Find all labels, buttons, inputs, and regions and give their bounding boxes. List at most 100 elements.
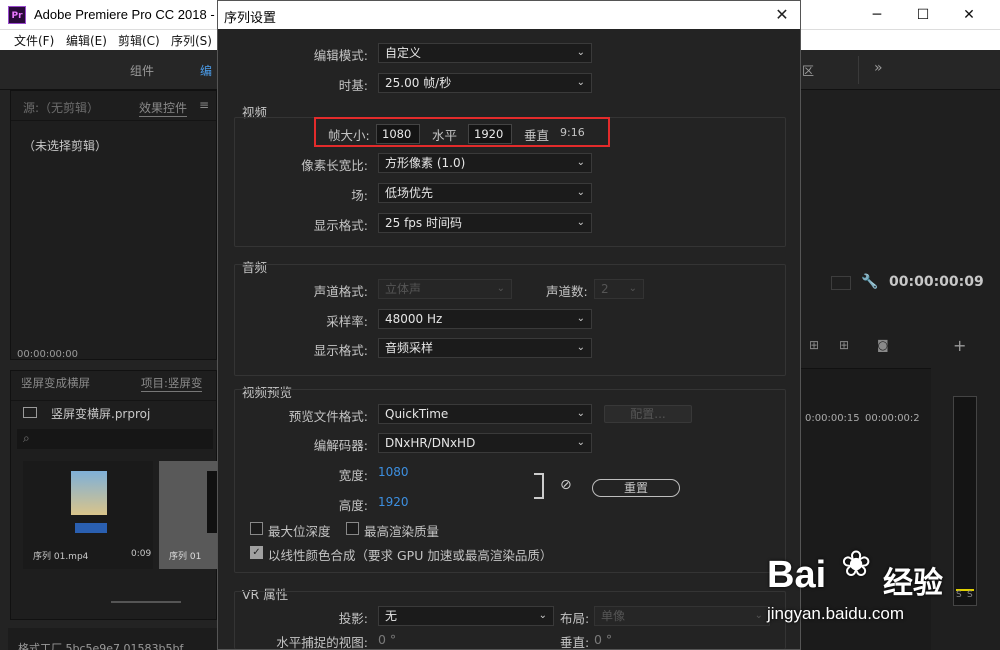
field-value: 低场优先	[385, 186, 434, 200]
max-render-quality-label: 最高渲染质量	[364, 524, 440, 539]
menu-clip[interactable]: 剪辑(C)	[118, 32, 160, 49]
chevron-down-icon: ⌄	[576, 408, 585, 419]
max-bit-depth-checkbox[interactable]	[250, 522, 263, 535]
chevron-down-icon: ⌄	[576, 77, 585, 88]
menu-sequence[interactable]: 序列(S)	[171, 32, 212, 49]
link-chain-icon[interactable]: ⊘	[560, 477, 572, 493]
channel-format-value: 立体声	[385, 282, 422, 296]
projection-select[interactable]: 无 ⌄	[378, 606, 554, 626]
source-panel-header: 源:（无剪辑） 效果控件 ≡	[11, 91, 216, 121]
maximize-button[interactable]: ☐	[900, 0, 946, 30]
clip-preview-image	[71, 471, 107, 515]
chevron-down-icon: ⌄	[576, 437, 585, 448]
source-timecode: 00:00:00:00	[17, 349, 79, 360]
sequence-name: 序列 01	[169, 552, 202, 562]
add-button-icon[interactable]: +	[953, 336, 966, 355]
program-dropdown[interactable]	[831, 276, 851, 290]
dialog-close-button[interactable]: ✕	[764, 1, 800, 29]
chevron-down-icon: ⌄	[576, 187, 585, 198]
pixel-aspect-select[interactable]: 方形像素 (1.0) ⌄	[378, 153, 592, 173]
camera-icon[interactable]: ◙	[877, 338, 889, 352]
tab-source[interactable]: 源:（无剪辑）	[23, 99, 99, 116]
channel-format-select: 立体声 ⌄	[378, 279, 512, 299]
chevron-down-icon: ⌄	[754, 610, 763, 621]
aspect-ratio-text: 9:16	[560, 126, 585, 139]
minimize-button[interactable]: ─	[854, 0, 900, 30]
watermark-brand-cn: 经验	[883, 566, 943, 601]
menu-edit[interactable]: 编辑(E)	[66, 32, 107, 49]
audio-display-format-value: 音频采样	[385, 341, 434, 355]
video-display-format-label: 显示格式:	[313, 218, 368, 233]
clip-name: 序列 01.mp4	[33, 552, 89, 562]
preview-height-value[interactable]: 1920	[378, 495, 409, 509]
timebase-value: 25.00 帧/秒	[385, 76, 452, 90]
preview-format-select[interactable]: QuickTime ⌄	[378, 404, 592, 424]
close-window-button[interactable]: ✕	[946, 0, 992, 30]
preview-width-value[interactable]: 1080	[378, 465, 409, 479]
app-title: Adobe Premiere Pro CC 2018 -	[34, 7, 215, 22]
tab-effect-controls[interactable]: 效果控件	[139, 99, 188, 117]
chevron-down-icon: ⌄	[576, 217, 585, 228]
chevron-down-icon: ⌄	[538, 610, 547, 621]
wrench-icon[interactable]: 🔧	[861, 274, 878, 290]
clip-thumbnail[interactable]: 序列 01.mp4 0:09	[23, 461, 153, 569]
channel-count-select: 2 ⌄	[594, 279, 644, 299]
reset-button[interactable]: 重置	[592, 479, 680, 497]
max-render-quality-checkbox[interactable]	[346, 522, 359, 535]
watermark-url: jingyan.baidu.com	[767, 604, 905, 623]
preview-width-label: 宽度:	[338, 468, 368, 483]
workspace-tab-edit[interactable]: 编	[200, 62, 212, 79]
source-panel: 源:（无剪辑） 效果控件 ≡ （未选择剪辑） 00:00:00:00	[10, 90, 217, 360]
layout-select: 单像 ⌄	[594, 606, 770, 626]
vr-vertical-value: 0 °	[594, 632, 613, 647]
edit-mode-select[interactable]: 自定义 ⌄	[378, 43, 592, 63]
tab-project-right[interactable]: 项目:竖屏变	[141, 375, 203, 392]
dialog-title-bar: 序列设置 ✕	[218, 1, 800, 29]
extract-icon[interactable]: ⊞	[839, 338, 849, 352]
status-bar-left: 格式工厂 5bc5e9e7 01583b5bf	[8, 628, 218, 650]
lift-icon[interactable]: ⊞	[809, 338, 819, 352]
layout-value: 单像	[601, 609, 626, 623]
h-view-value: 0 °	[378, 632, 397, 647]
tab-divider	[858, 56, 859, 84]
project-search-input[interactable]: ⌕	[17, 429, 213, 449]
video-display-format-select[interactable]: 25 fps 时间码 ⌄	[378, 213, 592, 233]
chevron-down-icon: ⌄	[496, 283, 505, 294]
field-select[interactable]: 低场优先 ⌄	[378, 183, 592, 203]
tab-project-left[interactable]: 竖屏变成横屏	[21, 375, 90, 391]
frame-width-input[interactable]: 1080	[376, 124, 420, 144]
chevron-down-icon: ⌄	[576, 342, 585, 353]
channel-count-value: 2	[601, 282, 609, 296]
projection-label: 投影:	[338, 611, 368, 626]
configure-button: 配置...	[604, 405, 692, 423]
workspace-tab-right[interactable]: 区	[802, 62, 814, 79]
menu-file[interactable]: 文件(F)	[14, 32, 54, 49]
preview-format-label: 预览文件格式:	[288, 409, 368, 424]
timebase-select[interactable]: 25.00 帧/秒 ⌄	[378, 73, 592, 93]
dialog-title: 序列设置	[224, 11, 277, 26]
vr-vertical-label: 垂直:	[560, 635, 590, 650]
codec-value: DNxHR/DNxHD	[385, 436, 476, 450]
sequence-thumbnail[interactable]: 序列 01	[159, 461, 217, 569]
frame-size-label: 帧大小:	[328, 128, 370, 143]
zoom-slider[interactable]	[111, 601, 181, 603]
audio-video-badge	[75, 523, 107, 533]
ruler-tick-2: 00:00:00:2	[865, 413, 920, 424]
audio-display-format-select[interactable]: 音频采样 ⌄	[378, 338, 592, 358]
baidu-watermark: Bai ❀ 经验 jingyan.baidu.com	[765, 540, 995, 650]
codec-label: 编解码器:	[313, 438, 368, 453]
sequence-preview-image	[207, 471, 217, 533]
ruler-tick-1: 0:00:00:15	[805, 413, 860, 424]
codec-select[interactable]: DNxHR/DNxHD ⌄	[378, 433, 592, 453]
more-tabs-icon[interactable]: »	[874, 60, 883, 76]
workspace-tab-group[interactable]: 组件	[130, 62, 154, 79]
pixel-aspect-label: 像素长宽比:	[301, 158, 368, 173]
linear-color-checkbox[interactable]: ✓	[250, 546, 263, 559]
sample-rate-select[interactable]: 48000 Hz ⌄	[378, 309, 592, 329]
panel-menu-icon[interactable]: ≡	[199, 98, 209, 112]
frame-height-input[interactable]: 1920	[468, 124, 512, 144]
sample-rate-value: 48000 Hz	[385, 312, 443, 326]
chevron-down-icon: ⌄	[628, 283, 637, 294]
sequence-settings-dialog: 序列设置 ✕ 编辑模式: 自定义 ⌄ 时基: 25.00 帧/秒 ⌄ 视频 帧大小:…	[217, 0, 801, 650]
preview-format-value: QuickTime	[385, 407, 449, 421]
